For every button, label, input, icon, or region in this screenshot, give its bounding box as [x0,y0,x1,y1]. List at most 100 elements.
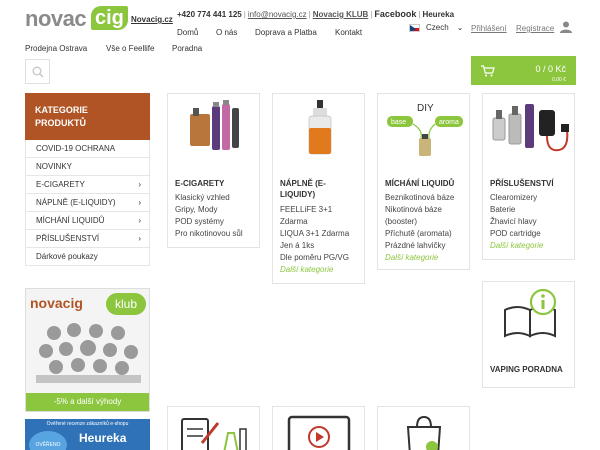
sidebar-item-label: Dárkové poukazy [36,252,98,261]
chevron-right-icon: › [138,198,141,207]
sidebar-item-ecigarety[interactable]: E-CIGARETY › [26,176,149,194]
lab-clipboard-icon [181,418,247,450]
aroma-label: aroma [439,119,459,126]
cart-button[interactable]: 0 / 0 Kč 0,00 € [471,56,576,85]
chevron-down-icon: ⌄ [456,23,464,32]
card-title: MÍCHÁNÍ LIQUIDŮ [385,179,455,188]
card-list-item[interactable]: FEELLiFE 3+1 [280,204,349,216]
sidebar-item-label: PŘÍSLUŠENSTVÍ [36,234,100,243]
search-icon [32,66,44,78]
card-list-item[interactable]: Baterie [490,204,543,216]
card-list: Beznikotinová báze Nikotinová báze (boos… [385,192,454,264]
user-icon[interactable] [560,21,572,33]
card-list-item[interactable]: POD systémy [175,216,243,228]
shopping-bag-icon [406,415,442,450]
category-card-bottom-3[interactable] [377,406,470,450]
sidebar-item-michani[interactable]: MÍCHÁNÍ LIQUIDŮ › [26,212,149,230]
card-list-item[interactable]: Žhavicí hlavy [490,216,543,228]
base-label: base [391,119,406,126]
subnav-item-advice[interactable]: Poradna [172,44,202,53]
category-card-prislusenstvi[interactable]: PŘÍSLUŠENSTVÍ Clearomizery Baterie Žhavi… [482,93,575,260]
sidebar-item-label: NOVINKY [36,162,73,171]
sidebar-item-poukazy[interactable]: Dárkové poukazy [26,248,149,266]
category-heading-line2: PRODUKTŮ [35,118,86,128]
card-list-item[interactable]: Zdarma [280,216,349,228]
card-title-line1: NÁPLNĚ (E- [280,179,326,188]
language-label: Czech [426,23,449,32]
card-list-item[interactable]: Clearomizery [490,192,543,204]
search-button[interactable] [25,59,50,84]
more-categories-link[interactable]: Další kategorie [385,252,454,264]
card-list: FEELLiFE 3+1 Zdarma LIQUA 3+1 Zdarma Jen… [280,204,349,276]
phone-number[interactable]: +420 774 441 125 [177,10,242,19]
subnav-item-feellife[interactable]: Vše o Feellife [106,44,154,53]
heureka-banner-caption: Ověřené recenze zákazníků e-shopu [46,421,129,427]
nav-item-contact[interactable]: Kontakt [335,28,362,37]
category-heading-line1: KATEGORIE [35,105,88,115]
card-list: Clearomizery Baterie Žhavicí hlavy POD c… [490,192,543,252]
card-list-item[interactable]: Pro nikotinovou sůl [175,228,243,240]
top-contact-bar: +420 774 441 125 | info@novacig.cz | Novacig… [177,9,455,19]
heureka-link[interactable]: Heureka [422,10,454,19]
sidebar-item-novinky[interactable]: NOVINKY [26,158,149,176]
category-card-bottom-1[interactable] [167,406,260,450]
card-title: VAPING PORADNA [490,365,563,374]
logo-caption[interactable]: Novacig.cz [131,15,173,24]
card-list-item[interactable]: Dle poměru PG/VG [280,252,349,264]
subnav-item-shop[interactable]: Prodejna Ostrava [25,44,87,53]
card-title: PŘÍSLUŠENSTVÍ [490,179,554,188]
chevron-right-icon: › [138,180,141,189]
logo-badge: cig [91,6,128,30]
heureka-banner-name: Heureka [79,431,127,445]
klub-banner-strip: -5% a další výhody [26,393,149,411]
card-list-item[interactable]: Příchutě (aromata) [385,228,454,240]
category-sidebar: KATEGORIE PRODUKTŮ COVID-19 OCHRANA NOVI… [25,93,150,266]
klub-banner-pill: klub [106,293,146,315]
language-selector[interactable]: Czech ⌄ [409,23,463,32]
email-link[interactable]: info@novacig.cz [248,10,307,19]
sidebar-item-label: COVID-19 OCHRANA [36,144,116,153]
login-link[interactable]: Přihlášení [471,24,507,33]
card-list-item[interactable]: POD cartridge [490,228,543,240]
book-info-icon [504,288,557,338]
site-logo[interactable]: novac cig [25,6,129,32]
category-card-vaping-poradna[interactable]: VAPING PORADNA [482,281,575,388]
accessories-image [492,104,569,152]
sidebar-item-prislusenstvi[interactable]: PŘÍSLUŠENSTVÍ › [26,230,149,248]
card-list-item[interactable]: Jen á 1ks [280,240,349,252]
card-list-item[interactable]: Beznikotinová báze [385,192,454,204]
klub-banner-logo: novacig [30,295,83,311]
card-list-item[interactable]: Klasický vzhled [175,192,243,204]
eliquid-bottle-image [308,100,332,155]
cart-total-eur: 0,00 € [552,77,566,83]
logo-text: novac [25,6,87,31]
card-list-item[interactable]: (booster) [385,216,454,228]
category-card-michani[interactable]: DIY base aroma MÍCHÁNÍ LIQUIDŮ Beznikoti… [377,93,470,270]
czech-flag-icon [409,23,420,32]
klub-link[interactable]: Novacig KLUB [313,10,369,19]
nav-item-home[interactable]: Domů [177,28,198,37]
category-card-bottom-2[interactable] [272,406,365,450]
card-list-item[interactable]: Prázdné lahvičky [385,240,454,252]
category-card-ecigarety[interactable]: E-CIGARETY Klasický vzhled Gripy, Mody P… [167,93,260,248]
heureka-banner[interactable]: Ověřené recenze zákazníků e-shopu OVĚŘEN… [25,419,150,450]
card-title-line2: LIQUIDY) [280,190,316,199]
category-heading: KATEGORIE PRODUKTŮ [25,93,150,140]
register-link[interactable]: Registrace [516,24,554,33]
video-play-icon [287,415,351,450]
more-categories-link[interactable]: Další kategorie [490,240,543,252]
more-categories-link[interactable]: Další kategorie [280,264,349,276]
ecigarette-image [190,100,239,150]
category-card-naplne[interactable]: NÁPLNĚ (E- LIQUIDY) FEELLiFE 3+1 Zdarma … [272,93,365,284]
card-list: Klasický vzhled Gripy, Mody POD systémy … [175,192,243,240]
card-list-item[interactable]: Gripy, Mody [175,204,243,216]
card-list-item[interactable]: Nikotinová báze [385,204,454,216]
facebook-link[interactable]: Facebook [374,9,416,19]
nav-item-shipping[interactable]: Doprava a Platba [255,28,317,37]
klub-banner[interactable]: novacig klub -5% a další výhody [25,288,150,412]
sidebar-item-napln[interactable]: NÁPLNĚ (E-LIQUIDY) › [26,194,149,212]
diy-label: DIY [417,103,434,114]
card-list-item[interactable]: LIQUA 3+1 Zdarma [280,228,349,240]
nav-item-about[interactable]: O nás [216,28,237,37]
sidebar-item-covid[interactable]: COVID-19 OCHRANA [26,140,149,158]
